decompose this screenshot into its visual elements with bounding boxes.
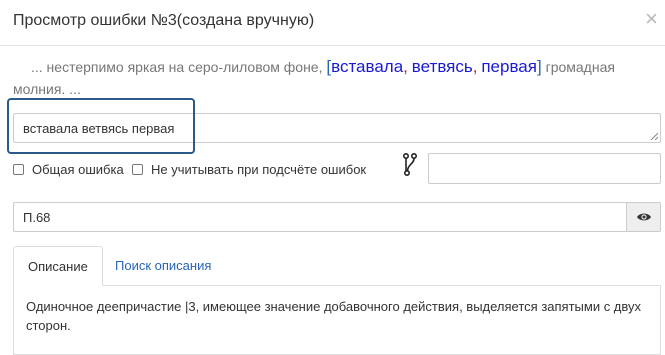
eye-icon — [636, 213, 651, 221]
dialog-title: Просмотр ошибки №3(создана вручную) — [13, 12, 315, 29]
comma-mark-2: , — [472, 57, 478, 76]
general-error-checkbox-box[interactable] — [13, 164, 24, 175]
close-icon[interactable]: × — [645, 8, 658, 30]
rule-input[interactable]: П.68 — [13, 202, 626, 232]
answer-text: вставала ветвясь первая — [23, 121, 175, 136]
description-tabs: Описание Поиск описания — [13, 246, 661, 286]
tab-search-description[interactable]: Поиск описания — [101, 246, 225, 286]
highlight-word-1: вставала — [331, 57, 404, 76]
dialog-header: Просмотр ошибки №3(создана вручную) × — [0, 0, 665, 46]
general-error-checkbox[interactable]: Общая ошибка — [13, 162, 124, 177]
tab-description[interactable]: Описание — [13, 246, 103, 286]
extra-input[interactable] — [428, 153, 661, 184]
answer-textarea[interactable]: вставала ветвясь первая — [13, 113, 661, 143]
context-before: ... нестерпимо яркая на серо-лиловом фон… — [31, 59, 323, 75]
view-rule-button[interactable] — [626, 202, 661, 232]
branch-icon[interactable] — [403, 153, 417, 177]
ignore-count-label: Не учитывать при подсчёте ошибок — [151, 162, 367, 177]
close-bracket: ] — [536, 57, 542, 76]
rule-value: П.68 — [23, 210, 51, 225]
resize-grip-icon[interactable] — [650, 132, 658, 140]
highlight-word-2: ветвясь — [411, 57, 473, 76]
ignore-count-checkbox-box[interactable] — [132, 164, 143, 175]
general-error-label: Общая ошибка — [32, 162, 124, 177]
sentence-context: ... нестерпимо яркая на серо-лиловом фон… — [13, 56, 653, 100]
description-text: Одиночное деепричастие |3, имеющее значе… — [26, 299, 642, 333]
description-panel: Одиночное деепричастие |3, имеющее значе… — [13, 285, 661, 355]
comma-mark-1: , — [403, 57, 408, 76]
highlight-word-3: первая — [481, 57, 537, 76]
ignore-count-checkbox[interactable]: Не учитывать при подсчёте ошибок — [132, 162, 366, 177]
